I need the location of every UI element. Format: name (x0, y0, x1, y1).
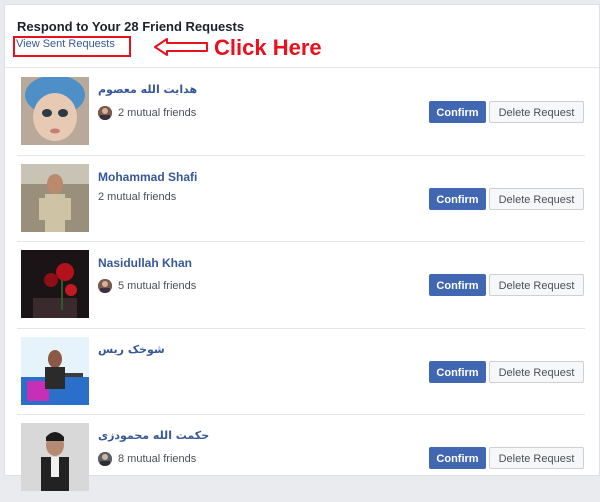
divider (5, 67, 599, 68)
friend-request-row: حکمت الله محمودزی 8 mutual friends Confi… (5, 415, 599, 502)
mutual-friend-avatar (98, 106, 112, 120)
annotation-click-here: Click Here (214, 35, 322, 60)
requester-name[interactable]: شوخک ریس (98, 343, 165, 356)
friend-request-row: هدايت الله معصوم 2 mutual friends Confir… (5, 69, 599, 156)
delete-request-button[interactable]: Delete Request (489, 360, 584, 383)
friend-request-row: شوخک ریس Confirm Delete Request (5, 329, 599, 415)
mutual-friends[interactable]: 2 mutual friends (98, 106, 196, 120)
mutual-friends-count: 8 mutual friends (118, 453, 197, 465)
confirm-button[interactable]: Confirm (429, 187, 486, 210)
profile-photo[interactable] (21, 163, 89, 232)
confirm-button[interactable]: Confirm (429, 101, 486, 123)
profile-photo[interactable] (21, 250, 89, 318)
friend-request-row: Nasidullah Khan 5 mutual friends Confirm… (5, 242, 599, 329)
friend-requests-panel: Respond to Your 28 Friend Requests View … (4, 4, 600, 491)
mutual-friend-avatar (98, 279, 112, 293)
mutual-friends[interactable]: 5 mutual friends (98, 279, 196, 293)
request-list: هدايت الله معصوم 2 mutual friends Confir… (5, 69, 599, 502)
mutual-friends[interactable]: 2 mutual friends (98, 191, 176, 203)
requester-name[interactable]: Mohammad Shafi (98, 170, 197, 184)
delete-request-button[interactable]: Delete Request (489, 447, 584, 469)
confirm-button[interactable]: Confirm (429, 360, 486, 383)
profile-photo[interactable] (21, 423, 89, 491)
friend-request-row: Mohammad Shafi 2 mutual friends Confirm … (5, 156, 599, 242)
requester-name[interactable]: حکمت الله محمودزی (98, 429, 209, 442)
mutual-friends-count: 2 mutual friends (118, 107, 197, 119)
page-title: Respond to Your 28 Friend Requests (17, 19, 245, 34)
mutual-friend-avatar (98, 452, 112, 466)
mutual-friends[interactable]: 8 mutual friends (98, 452, 196, 466)
annotation-arrow-icon (154, 38, 208, 56)
delete-request-button[interactable]: Delete Request (489, 187, 584, 210)
requester-name[interactable]: هدايت الله معصوم (98, 83, 197, 96)
requester-name[interactable]: Nasidullah Khan (98, 256, 192, 270)
profile-photo[interactable] (21, 336, 89, 405)
confirm-button[interactable]: Confirm (429, 274, 486, 296)
mutual-friends-count: 5 mutual friends (118, 280, 197, 292)
mutual-friends-count: 2 mutual friends (98, 190, 177, 203)
profile-photo[interactable] (21, 77, 89, 145)
delete-request-button[interactable]: Delete Request (489, 274, 584, 296)
annotation-highlight-box (13, 36, 131, 57)
delete-request-button[interactable]: Delete Request (489, 101, 584, 123)
confirm-button[interactable]: Confirm (429, 447, 486, 469)
